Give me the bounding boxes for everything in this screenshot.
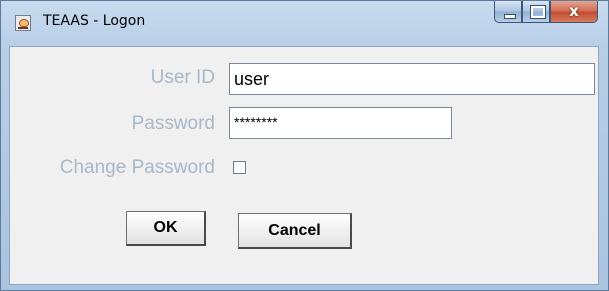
- close-button[interactable]: x: [550, 1, 598, 23]
- ok-button[interactable]: OK: [126, 211, 206, 246]
- cancel-button[interactable]: Cancel: [238, 213, 352, 249]
- change-password-checkbox[interactable]: [233, 161, 246, 174]
- title-bar[interactable]: TEAAS - Logon x: [1, 1, 608, 45]
- password-label: Password: [131, 113, 215, 134]
- maximize-button[interactable]: [522, 1, 550, 23]
- caption-buttons: x: [494, 1, 598, 25]
- change-password-label: Change Password: [59, 157, 215, 178]
- user-id-label: User ID: [150, 67, 215, 88]
- minimize-button[interactable]: [494, 1, 522, 23]
- window-title: TEAAS - Logon: [43, 13, 146, 29]
- java-cup-icon[interactable]: [15, 15, 31, 31]
- logon-window: TEAAS - Logon x User ID user Password **…: [0, 0, 609, 291]
- password-field[interactable]: ********: [229, 107, 452, 139]
- user-id-field[interactable]: user: [229, 63, 595, 95]
- logon-panel: User ID user Password ******** Change Pa…: [9, 46, 599, 285]
